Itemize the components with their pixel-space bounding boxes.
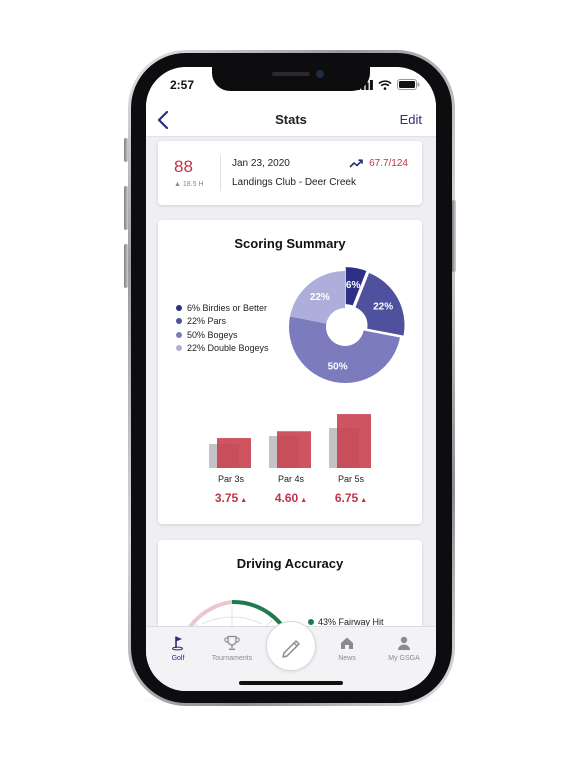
legend-dot (176, 304, 182, 311)
volume-down-button (124, 244, 128, 288)
home-icon (341, 637, 353, 649)
scoring-summary-title: Scoring Summary (234, 236, 346, 251)
par4-average: 4.60 ▲ (274, 491, 308, 505)
legend-item: 22% Pars (176, 315, 269, 329)
legend-dot (176, 318, 182, 325)
up-triangle-icon: ▲ (240, 497, 248, 504)
par4-label: Par 4s (277, 474, 304, 484)
person-icon (398, 636, 410, 650)
handicap-label: ▲ 18.5 H (174, 181, 204, 188)
par-bar-chart (209, 414, 371, 468)
power-button (452, 200, 456, 272)
new-round-button[interactable] (266, 621, 316, 671)
speaker (272, 72, 310, 76)
notch (212, 67, 370, 91)
bar-average-par-4s (277, 431, 311, 468)
up-triangle-icon: ▲ (174, 181, 181, 188)
par3-average: 3.75 ▲ (214, 491, 248, 505)
pie-slice-label: 6% (346, 280, 361, 291)
nav-bar: Stats Edit (146, 103, 436, 137)
pie-slice-label: 50% (328, 361, 348, 372)
round-summary-card[interactable]: 88 ▲ 18.5 H Jan 23, 2020 Landings Club -… (158, 141, 422, 205)
home-indicator (239, 681, 343, 685)
up-triangle-icon: ▲ (360, 497, 368, 504)
scoring-pie-chart: 6% 22% 50% 22% (289, 267, 405, 383)
legend-item: 50% Bogeys (176, 328, 269, 342)
mute-switch (124, 138, 128, 162)
divider (220, 155, 221, 191)
legend-dot (176, 345, 182, 352)
pie-slice-label: 22% (310, 292, 330, 303)
par3-label: Par 3s (217, 474, 244, 484)
pie-slice-label: 22% (373, 302, 393, 313)
volume-up-button (124, 186, 128, 230)
battery-icon (397, 79, 420, 90)
course-name: Landings Club - Deer Creek (232, 177, 356, 188)
trophy-icon (224, 635, 240, 651)
driving-accuracy-title: Driving Accuracy (236, 556, 344, 571)
par5-label: Par 5s (337, 474, 364, 484)
course-rating: 67.7/124 (349, 158, 408, 169)
edit-button[interactable]: Edit (400, 112, 422, 127)
bar-average-par-3s (217, 438, 251, 468)
golf-flag-icon (172, 636, 183, 651)
wifi-icon (378, 79, 392, 90)
app-screen: 2:57 Stats Edit 88 ▲ 18.5 H Jan 23, 2020… (146, 67, 436, 691)
round-score: 88 (174, 157, 193, 176)
round-date: Jan 23, 2020 (232, 158, 290, 169)
up-triangle-icon: ▲ (300, 497, 308, 504)
tab-my-gsga[interactable]: My GSGA (372, 635, 436, 662)
pencil-icon (282, 640, 300, 658)
trending-up-icon (349, 159, 363, 168)
par5-average: 6.75 ▲ (334, 491, 368, 505)
legend-item: 22% Double Bogeys (176, 342, 269, 356)
tab-tournaments[interactable]: Tournaments (200, 635, 264, 662)
front-camera (316, 70, 324, 78)
bar-average-par-5s (337, 414, 371, 468)
legend-dot (176, 331, 182, 338)
tab-news[interactable]: News (315, 635, 379, 662)
par-averages-chart: Par 3s Par 4s Par 5s 3.75 ▲ 4.60 ▲ 6.75 ▲ (158, 406, 422, 506)
page-title: Stats (275, 112, 307, 127)
status-time: 2:57 (170, 78, 195, 92)
scoring-summary-card: Scoring Summary 6% Birdies or Better 22%… (158, 220, 422, 524)
legend-item: 6% Birdies or Better (176, 301, 269, 315)
rating-slope: 67.7/124 (369, 158, 408, 169)
scoring-legend: 6% Birdies or Better 22% Pars 50% Bogeys… (176, 301, 269, 355)
